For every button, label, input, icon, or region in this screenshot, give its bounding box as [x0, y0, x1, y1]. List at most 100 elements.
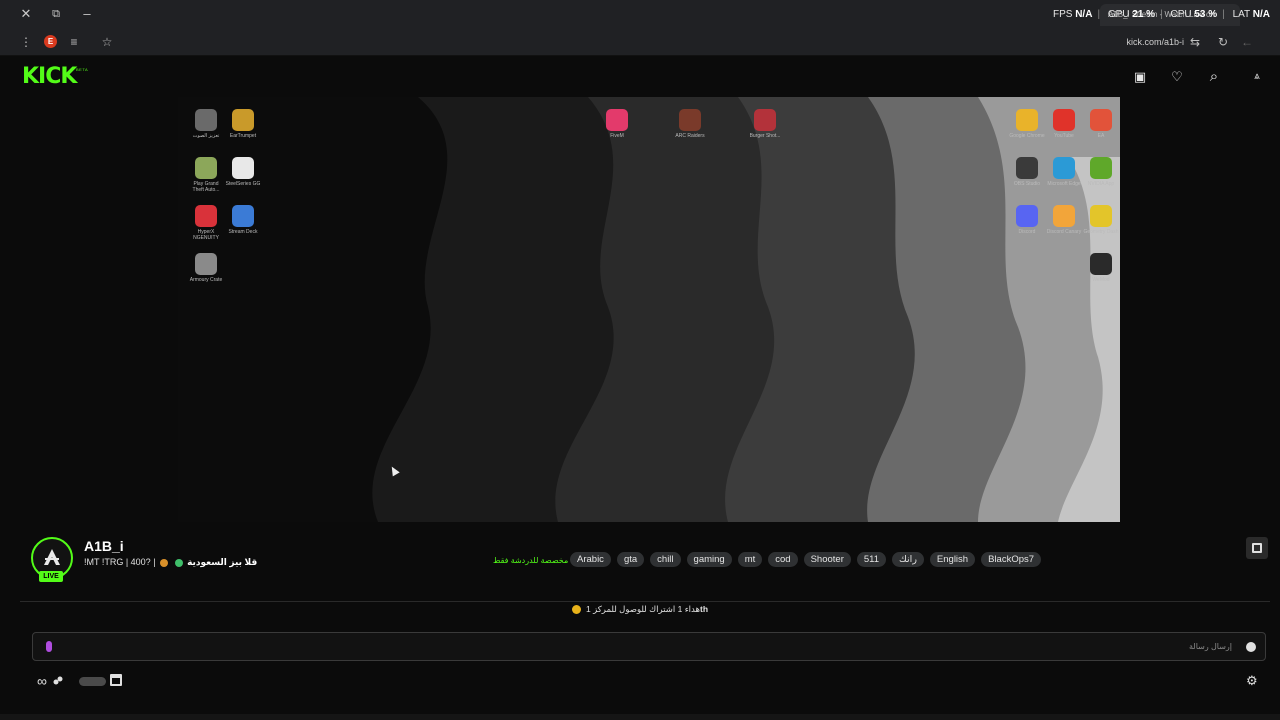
reload-icon[interactable]: ↻ — [1215, 34, 1231, 50]
app-label: EA — [1097, 133, 1105, 139]
app-label: Play Grand Theft Auto... — [192, 181, 220, 193]
infinity-icon[interactable]: ∞ — [37, 674, 47, 688]
desktop-wallpaper — [178, 97, 1120, 522]
app-icon — [1090, 253, 1112, 275]
app-icon — [232, 205, 254, 227]
stream-tag[interactable]: cod — [768, 552, 798, 567]
app-label: FiveM — [610, 133, 624, 139]
stream-tag[interactable]: رانك — [892, 552, 924, 567]
desktop-app-icon[interactable]: FiveM — [599, 109, 635, 139]
stream-tag[interactable]: chill — [650, 552, 681, 567]
desktop-app-icon[interactable]: Burger Shot... — [747, 109, 783, 139]
chat-goal-banner: هداء 1 اشتراك للوصول للمركز 1th — [0, 604, 1280, 620]
fps-value: N/A — [1075, 9, 1093, 20]
app-icon — [1090, 157, 1112, 179]
app-label: EarTrumpet — [229, 133, 257, 139]
desktop-app-icon[interactable]: Google Chrome — [1009, 109, 1045, 139]
address-bar-url[interactable]: kick.com/a1b-i — [1126, 37, 1184, 47]
microphone-icon[interactable] — [46, 641, 52, 652]
desktop-app-icon[interactable]: Microsoft Edge — [1046, 157, 1082, 187]
desktop-app-icon[interactable]: Play Grand Theft Auto... — [188, 157, 224, 193]
menu-icon[interactable]: ⋮ — [18, 34, 34, 50]
video-player[interactable]: تعزيز الصوت EarTrumpet Play Grand Theft Au… — [178, 97, 1120, 522]
user-avatar-icon[interactable]: ⩓ — [1249, 69, 1265, 85]
stream-tag[interactable]: Arabic — [570, 552, 611, 567]
app-icon — [1053, 109, 1075, 131]
app-label: Geometry Dash — [1083, 229, 1119, 235]
desktop-app-icon[interactable]: Armoury Crate — [188, 253, 224, 283]
desktop-app-icon[interactable]: OBS Studio — [1009, 157, 1045, 187]
desktop-app-icon[interactable]: Discord — [1009, 205, 1045, 235]
app-icon — [754, 109, 776, 131]
app-label: Google Chrome — [1009, 133, 1045, 139]
browse-icon[interactable]: ▣ — [1132, 69, 1148, 85]
pointing-emoji-icon — [160, 558, 169, 567]
channel-points-icon[interactable] — [53, 676, 63, 686]
cpu-label: CPU — [1170, 9, 1192, 20]
lat-value: N/A — [1252, 9, 1270, 20]
stream-tag[interactable]: BlackOps7 — [981, 552, 1042, 567]
chat-toggle[interactable] — [79, 677, 106, 686]
app-icon — [606, 109, 628, 131]
desktop-app-icon[interactable]: NVIDIA App — [1083, 157, 1119, 187]
stream-tag[interactable]: 511 — [856, 552, 887, 567]
stream-tag[interactable]: gaming — [686, 552, 732, 567]
cpu-value: 53 % — [1194, 9, 1218, 20]
settings-gear-icon[interactable]: ⚙ — [1246, 674, 1258, 688]
app-label: ARC Raiders — [675, 133, 705, 139]
desktop-app-icon[interactable]: HyperX NGENUITY — [188, 205, 224, 241]
beta-badge: BETA — [76, 67, 89, 72]
site-settings-icon[interactable]: ⇆ — [1187, 34, 1203, 50]
bookmark-star-icon[interactable]: ☆ — [99, 34, 115, 50]
following-heart-icon[interactable]: ♡ — [1169, 69, 1185, 85]
app-label: YouTube — [1054, 133, 1074, 139]
stream-tag[interactable]: mt — [737, 552, 763, 567]
desktop-app-icon[interactable]: تعزيز الصوت — [188, 109, 224, 139]
stream-tag[interactable]: English — [929, 552, 976, 567]
app-label: SteelSeries GG — [225, 181, 261, 187]
coin-icon — [571, 605, 581, 615]
desktop-app-icon[interactable]: EarTrumpet — [225, 109, 261, 139]
app-icon — [679, 109, 701, 131]
desktop-app-icon[interactable]: WeMod — [1083, 253, 1119, 283]
app-label: Armoury Crate — [189, 277, 223, 283]
restore-window-button[interactable]: ⧉ — [47, 5, 65, 23]
desktop-app-icon[interactable]: SteelSeries GG — [225, 157, 261, 187]
app-icon — [1016, 109, 1038, 131]
performance-overlay: FPS N/A | GPU 21 % | CPU 53 % | LAT N/A — [1052, 9, 1270, 20]
close-window-button[interactable]: ✕ — [17, 5, 35, 23]
streamer-name[interactable]: A1B_i — [84, 538, 124, 554]
store-icon[interactable] — [110, 674, 122, 686]
app-icon — [1090, 205, 1112, 227]
chat-placeholder: إرسال رسالة — [1189, 642, 1232, 651]
title-arabic: قلا بيز السعودية — [187, 557, 258, 567]
desktop-app-icon[interactable]: Discord Canary — [1046, 205, 1082, 235]
banner-text: هداء 1 اشتراك للوصول للمركز 1 — [585, 604, 700, 614]
desktop-app-icon[interactable]: YouTube — [1046, 109, 1082, 139]
emoji-picker-icon[interactable] — [1246, 642, 1256, 652]
stream-tag[interactable]: Shooter — [803, 552, 851, 567]
category-link[interactable]: مخصصة للدردشة فقط — [493, 556, 568, 565]
desktop-app-icon[interactable]: Geometry Dash — [1083, 205, 1119, 235]
chat-input[interactable]: إرسال رسالة — [32, 632, 1266, 661]
app-label: Discord — [1018, 229, 1036, 235]
app-icon — [195, 205, 217, 227]
app-label: تعزيز الصوت — [192, 133, 220, 139]
desktop-app-icon[interactable]: ARC Raiders — [672, 109, 708, 139]
app-label: OBS Studio — [1013, 181, 1041, 187]
gift-sub-button[interactable] — [1246, 537, 1268, 559]
extension-icon[interactable]: E — [44, 35, 57, 48]
kick-logo[interactable]: KICK — [22, 64, 77, 89]
desktop-app-icon[interactable]: Stream Deck — [225, 205, 261, 235]
app-label: HyperX NGENUITY — [193, 229, 219, 241]
back-icon[interactable]: ← — [1239, 34, 1255, 50]
stream-tag[interactable]: gta — [616, 552, 645, 567]
minimize-window-button[interactable]: – — [78, 5, 96, 23]
app-icon — [1053, 205, 1075, 227]
desktop-app-icon[interactable]: EA — [1083, 109, 1119, 139]
app-icon — [195, 109, 217, 131]
app-icon — [1053, 157, 1075, 179]
reading-list-icon[interactable]: ≡ — [66, 34, 82, 50]
browser-toolbar — [0, 28, 1280, 56]
search-icon[interactable]: ⌕ — [1206, 69, 1222, 85]
